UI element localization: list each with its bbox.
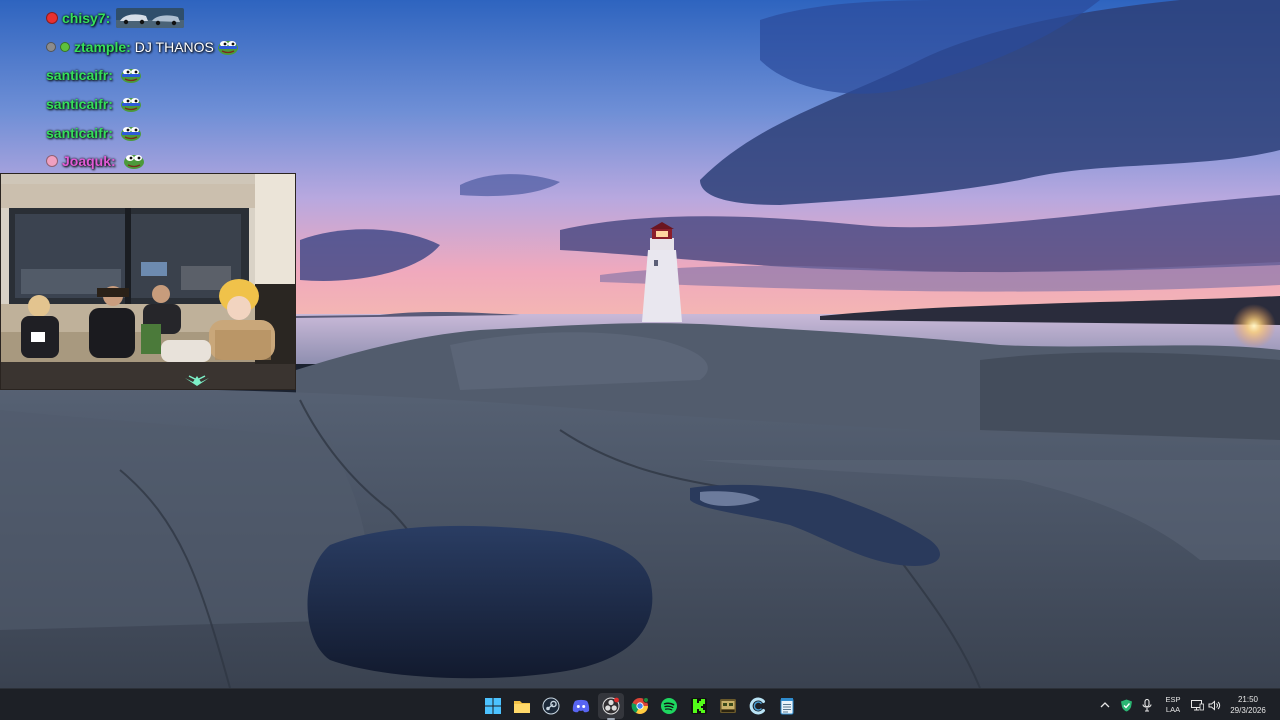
pepe-emote [217,38,239,56]
chat-username: santicaifr: [46,96,113,113]
show-hidden-icons-button[interactable] [1097,689,1113,720]
stream-chat-overlay: chisy7: ztample: DJ THANOS santicaifr: s… [46,4,296,176]
language-code: ESP [1165,695,1181,704]
microphone-icon [1142,698,1152,712]
chat-username: santicaifr: [46,67,113,84]
kick-button[interactable] [686,693,712,719]
chat-username: ztample: [74,38,131,55]
game-icon [720,699,736,713]
windows-start-icon [485,698,501,714]
gray-badge [46,41,56,52]
pepe-emote [120,124,142,142]
webcam-feed [1,174,295,389]
taskbar: ESP LAA 21:50 29/3/2026 [0,688,1280,720]
pepe-emote [123,152,145,170]
volume-button[interactable] [1207,689,1221,720]
discord-button[interactable] [568,693,594,719]
webcam-overlay [0,173,296,390]
network-icon [1190,699,1204,710]
chevron-up-icon [1100,702,1110,708]
kick-icon [691,698,707,714]
chat-message: santicaifr: [46,118,296,147]
layout-code: LAA [1165,705,1181,714]
spotify-icon [661,698,677,714]
red-dot-badge [46,12,58,25]
c-app-button[interactable] [745,693,771,719]
steam-icon [542,697,560,715]
pepe-emote [120,95,142,113]
chrome-button[interactable] [627,693,653,719]
steam-button[interactable] [538,693,564,719]
notepad-button[interactable] [774,693,800,719]
microphone-button[interactable] [1140,689,1154,720]
speaker-icon [1208,699,1220,711]
clock[interactable]: 21:50 29/3/2026 [1226,694,1270,716]
input-language-indicator[interactable]: ESP LAA [1162,695,1184,715]
obs-icon [602,697,620,715]
chat-text: DJ THANOS [134,38,214,55]
chat-message: santicaifr: [46,61,296,90]
pink-badge [46,155,58,168]
clock-time: 21:50 [1237,695,1259,704]
chat-username: chisy7: [62,10,111,27]
c-app-icon [749,697,765,715]
chrome-icon [631,697,649,714]
shield-icon [1120,699,1132,711]
pepe-emote [120,66,142,84]
file-explorer-button[interactable] [509,693,535,719]
tray-app-button[interactable] [1118,689,1134,720]
notepad-icon [780,698,794,715]
chat-username: santicaifr: [46,124,113,141]
spotify-button[interactable] [656,693,682,719]
chat-message: Joaquk: [46,147,296,176]
discord-icon [572,699,590,713]
windows-start-button[interactable] [480,693,506,719]
chat-message: chisy7: [46,4,296,33]
network-button[interactable] [1190,689,1204,720]
chat-username: Joaquk: [62,153,116,170]
chat-message: santicaifr: [46,90,296,119]
game-button[interactable] [715,693,741,719]
car-emote [116,8,185,29]
chat-message: ztample: DJ THANOS [46,33,296,62]
file-explorer-icon [514,701,530,713]
frog-badge [60,41,70,52]
clock-date: 29/3/2026 [1230,706,1266,715]
obs-button[interactable] [598,693,624,720]
